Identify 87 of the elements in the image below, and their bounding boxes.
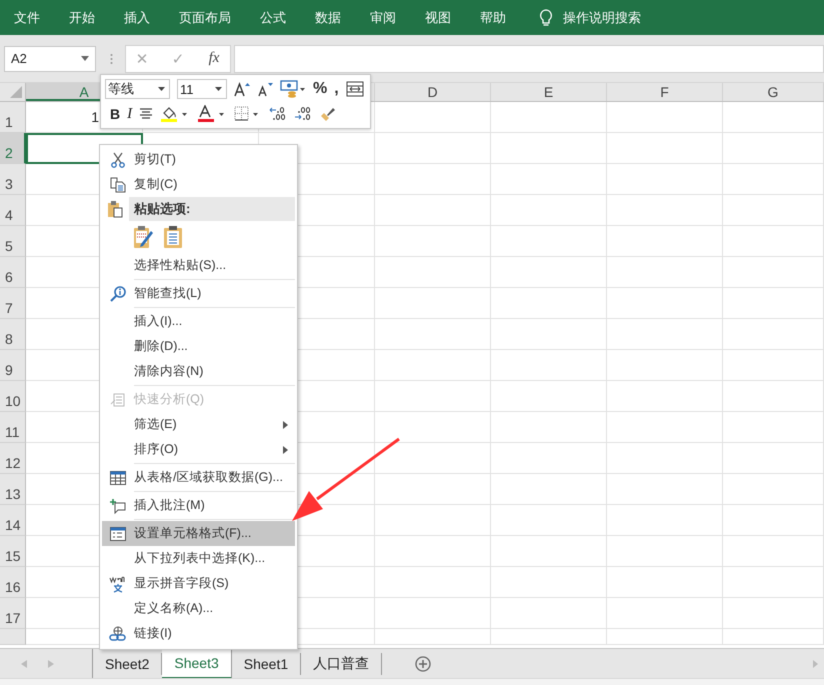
row-header[interactable]: 2 xyxy=(0,133,26,164)
row-header[interactable]: 4 xyxy=(0,195,26,226)
menu-item[interactable]: 排序(O) xyxy=(102,437,295,462)
menu-item[interactable]: 定义名称(A)... xyxy=(102,596,295,621)
row-header[interactable]: 7 xyxy=(0,288,26,319)
clipboard-icon xyxy=(107,200,123,218)
row-header[interactable]: 8 xyxy=(0,319,26,350)
ribbon-tab[interactable]: 帮助 xyxy=(480,8,506,26)
menu-item[interactable]: 从下拉列表中选择(K)... xyxy=(102,546,295,571)
caret-icon xyxy=(81,56,89,61)
quick-analysis-icon xyxy=(110,392,126,408)
row-header[interactable]: 10 xyxy=(0,381,26,412)
menu-item[interactable]: 链接(I) xyxy=(102,621,295,646)
menu-item[interactable]: 清除内容(N) xyxy=(102,359,295,384)
ribbon-tab[interactable]: 数据 xyxy=(315,8,341,26)
formula-input[interactable] xyxy=(234,44,824,72)
menu-section-header: 粘贴选项: xyxy=(129,197,295,221)
column-header[interactable]: G xyxy=(723,83,824,101)
lightbulb-icon xyxy=(539,8,553,26)
decrease-decimal-icon[interactable] xyxy=(294,106,312,122)
menu-item[interactable]: 显示拼音字段(S) xyxy=(102,571,295,596)
link-icon xyxy=(109,626,127,642)
accounting-format-icon[interactable] xyxy=(280,80,306,98)
increase-decimal-icon[interactable] xyxy=(269,106,288,122)
font-size-box[interactable]: 11 xyxy=(177,79,227,99)
comma-style-button[interactable]: , xyxy=(334,80,339,98)
column-header[interactable]: E xyxy=(491,83,607,101)
sheet-tab[interactable]: Sheet3 xyxy=(162,648,232,679)
row-header[interactable]: 17 xyxy=(0,598,26,629)
column-header[interactable]: D xyxy=(375,83,491,101)
font-name-box[interactable]: 等线 xyxy=(105,79,170,99)
ribbon-tab[interactable]: 视图 xyxy=(425,8,451,26)
submenu-arrow-icon xyxy=(283,420,288,428)
scissors-icon xyxy=(110,152,126,168)
center-align-icon[interactable] xyxy=(139,108,154,120)
row-header[interactable]: 12 xyxy=(0,443,26,474)
submenu-arrow-icon xyxy=(283,446,288,454)
italic-button[interactable]: I xyxy=(127,106,132,122)
add-sheet-icon[interactable] xyxy=(415,656,432,672)
ribbon-tab[interactable]: 插入 xyxy=(124,8,150,26)
paste-formatting-icon[interactable] xyxy=(133,225,155,249)
row-header[interactable]: 16 xyxy=(0,567,26,598)
format-painter-icon[interactable] xyxy=(319,106,338,122)
menu-item[interactable]: 智能查找(L) xyxy=(102,281,295,306)
sheet-tab[interactable]: Sheet1 xyxy=(232,653,302,675)
menu-item[interactable]: 从表格/区域获取数据(G)... xyxy=(102,465,295,490)
row-header[interactable]: 1 xyxy=(0,102,26,133)
ribbon-tab[interactable]: 公式 xyxy=(260,8,286,26)
menu-item[interactable]: 插入(I)... xyxy=(102,309,295,334)
row-header[interactable]: 13 xyxy=(0,474,26,505)
percent-style-button[interactable]: % xyxy=(313,80,328,98)
paste-clipboard-icon[interactable] xyxy=(163,225,183,249)
menu-item[interactable]: 设置单元格格式(F)... xyxy=(102,521,295,546)
grip-icon xyxy=(110,52,113,64)
shrink-font-icon[interactable] xyxy=(257,81,273,97)
row-header[interactable]: 6 xyxy=(0,257,26,288)
menu-item[interactable]: 插入批注(M) xyxy=(102,493,295,518)
phonetic-icon xyxy=(109,574,127,592)
ribbon-tab[interactable]: 开始 xyxy=(69,8,95,26)
row-header[interactable]: 9 xyxy=(0,350,26,381)
comment-icon xyxy=(110,498,126,514)
column-header[interactable]: F xyxy=(607,83,723,101)
row-header[interactable]: 3 xyxy=(0,164,26,195)
grow-font-icon[interactable] xyxy=(234,81,250,97)
format-cells-icon xyxy=(110,526,126,542)
insert-function-button[interactable]: fx xyxy=(206,50,222,67)
menu-item[interactable]: 筛选(E) xyxy=(102,412,295,437)
row-header[interactable]: 11 xyxy=(0,412,26,443)
row-header[interactable]: 15 xyxy=(0,536,26,567)
table-icon xyxy=(110,470,126,486)
sheet-tab[interactable]: 人口普查 xyxy=(301,653,382,675)
row-header[interactable]: 14 xyxy=(0,505,26,536)
smart-lookup-icon xyxy=(110,286,126,302)
ribbon-tab[interactable]: 文件 xyxy=(14,8,40,26)
row-header[interactable]: 5 xyxy=(0,226,26,257)
name-box[interactable]: A2 xyxy=(4,46,96,72)
merge-cells-icon[interactable] xyxy=(346,81,364,97)
ribbon-tab[interactable]: 审阅 xyxy=(370,8,396,26)
copy-icon xyxy=(110,176,126,192)
tell-me-search[interactable]: 操作说明搜索 xyxy=(563,8,641,26)
menu-item[interactable]: 选择性粘贴(S)... xyxy=(102,253,295,278)
menu-item[interactable]: 删除(D)... xyxy=(102,334,295,359)
ribbon-tab[interactable]: 页面布局 xyxy=(179,8,231,26)
bold-button[interactable]: B xyxy=(110,106,120,122)
menu-item[interactable]: 剪切(T) xyxy=(102,147,295,172)
menu-item[interactable]: 复制(C) xyxy=(102,172,295,197)
cell-value: 1 xyxy=(91,109,99,125)
